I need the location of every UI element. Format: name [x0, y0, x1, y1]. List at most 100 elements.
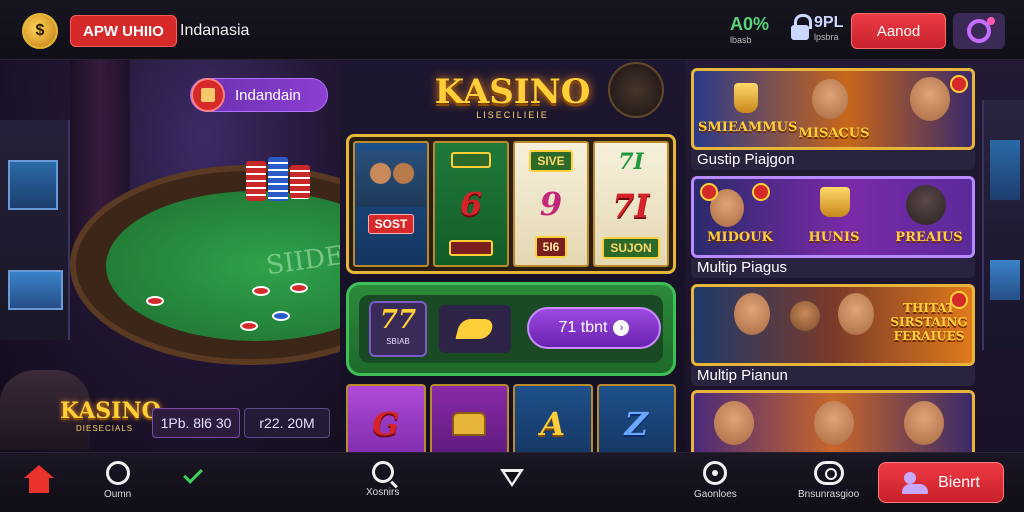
- bet-value: 77: [379, 305, 417, 335]
- top-bar: $ APW UHIIO Indanasia A0% lbasb 9PL lpsb…: [0, 0, 1024, 60]
- banner-title: SMIEAMMUS: [698, 120, 798, 135]
- nav-home[interactable]: [24, 465, 54, 495]
- reel: A: [513, 384, 593, 452]
- chip: [290, 283, 308, 293]
- background-slot-machine: [982, 100, 1024, 350]
- check-icon: [183, 464, 203, 484]
- promo-banner: MIDOUK HUNIS PREAIUS: [691, 176, 975, 258]
- crown-icon: [820, 187, 850, 217]
- promo-card[interactable]: MIDOUK HUNIS PREAIUS Multip Piagus: [691, 176, 975, 278]
- nav-label: Xosnirs: [366, 487, 400, 498]
- stat-two: 9PL lpsbra: [790, 14, 843, 42]
- reel-symbol: G: [372, 405, 400, 443]
- nav-check[interactable]: [183, 461, 203, 484]
- promo-card[interactable]: THITAT SIRSTAING FERAIUES Multip Pianun: [691, 284, 975, 386]
- host-image: [910, 77, 950, 121]
- profile-icon: [967, 17, 995, 43]
- slot-screen: [8, 270, 63, 310]
- bet-label: SBIAB: [386, 337, 410, 346]
- nav-dropdown[interactable]: [500, 461, 524, 487]
- chip: [252, 286, 270, 296]
- bet-option-button[interactable]: [439, 305, 511, 353]
- host-image: [904, 401, 944, 445]
- gold-bar-icon: [451, 151, 491, 168]
- promo-banner: [691, 390, 975, 452]
- stat-one-label: lbasb: [730, 35, 752, 45]
- promo-card[interactable]: SMIEAMMUS MISACUS Gustip Piajgon: [691, 68, 975, 170]
- nav-label: Oumn: [104, 489, 132, 500]
- nav-games[interactable]: Gaonloes: [694, 461, 737, 500]
- brand-logo[interactable]: $: [22, 13, 58, 49]
- profile-button[interactable]: [953, 13, 1005, 49]
- slot-game-panel: KASINO LISECILIEIE SOST 6 SIVE 9 5I6 7I …: [340, 60, 685, 452]
- reel: SOST: [353, 141, 429, 267]
- promo-caption: Multip Pianun: [691, 366, 975, 386]
- bet-amount[interactable]: 77 SBIAB: [369, 301, 427, 357]
- chip: [272, 311, 290, 321]
- promo-caption: Multip Piagus: [691, 258, 975, 278]
- kasino-subtitle: LISECILIEIE: [476, 110, 549, 120]
- home-icon: [24, 465, 54, 495]
- search-icon: [371, 461, 394, 483]
- reel-symbol: A: [540, 405, 566, 443]
- chip-stack: [290, 165, 310, 199]
- promo-caption: Gustip Piajgon: [691, 150, 975, 170]
- mascot-image: [906, 185, 946, 225]
- nav-search[interactable]: Xosnirs: [366, 461, 399, 498]
- chip-stack: [246, 161, 266, 201]
- gold-bar-icon: [449, 240, 493, 257]
- reel: Z: [596, 384, 676, 452]
- games-icon: [703, 461, 728, 485]
- kasino-logo-small: KASINO: [60, 398, 161, 424]
- bet-panel: 77 SBIAB 71 tbnt ›: [346, 282, 676, 376]
- host-image: [814, 401, 854, 445]
- chat-icon: [105, 461, 130, 485]
- deposit-label: Bienrt: [938, 473, 980, 491]
- slot-reels: SOST 6 SIVE 9 5I6 7I 7I SUJON: [346, 134, 676, 274]
- coin-icon: $: [35, 22, 45, 39]
- treasure-icon: [452, 412, 487, 436]
- spin-button[interactable]: 71 tbnt ›: [527, 307, 661, 349]
- region-label[interactable]: Indanasia: [180, 22, 249, 40]
- reel: 7I 7I SUJON: [593, 141, 669, 267]
- region-selector[interactable]: Indandain: [190, 78, 328, 112]
- jackpot-counter: 1Pb. 8l6 30: [152, 408, 240, 438]
- triangle-down-icon: [500, 469, 524, 487]
- reel-symbol: 7I: [618, 149, 644, 175]
- promo-card[interactable]: [691, 390, 975, 452]
- trophy-icon: [734, 83, 758, 113]
- user-icon: [902, 471, 929, 494]
- brand-button[interactable]: APW UHIIO: [70, 15, 177, 47]
- reel-symbol: 6: [459, 184, 483, 223]
- reel: SIVE 9 5I6: [513, 141, 589, 267]
- slot-screen: [990, 140, 1020, 200]
- host-image: [812, 79, 848, 119]
- slot-screen: [8, 160, 58, 210]
- toggle-icon: [813, 461, 844, 485]
- chip: [240, 321, 258, 331]
- bonus-badge-icon: [752, 183, 770, 201]
- deposit-button[interactable]: Bienrt: [878, 462, 1004, 503]
- banner-title: MIDOUK: [707, 230, 773, 245]
- reel-symbol: 7I: [612, 187, 650, 225]
- reel-badge: SOST: [367, 213, 415, 234]
- banner-title: MISACUS: [798, 126, 870, 141]
- bonus-badge-icon: [950, 291, 968, 309]
- kasino-title: KASINO: [434, 72, 591, 112]
- login-button[interactable]: Aanod: [851, 13, 946, 49]
- banner-title: PREAIUS: [895, 230, 963, 245]
- nav-bonus[interactable]: Bnsunrasgioo: [798, 461, 859, 500]
- lock-icon: [790, 14, 812, 42]
- chip-stack: [268, 157, 288, 201]
- stat-two-label: lpsbra: [814, 32, 839, 42]
- reel-symbol: 9: [539, 184, 563, 223]
- banner-title: HUNIS: [808, 230, 860, 245]
- nav-item-one[interactable]: Oumn: [104, 461, 131, 500]
- promo-column: SMIEAMMUS MISACUS Gustip Piajgon MIDOUK …: [685, 60, 1024, 452]
- reel-bar-symbol: SUJON: [602, 237, 660, 259]
- reel-symbol: Z: [624, 405, 648, 443]
- kasino-logo-subtitle: DIESECIALS: [76, 424, 134, 433]
- stat-one: A0% lbasb: [730, 14, 780, 45]
- mascot-image: [790, 301, 820, 331]
- casino-scene: SIIDE Indandain KASINO DIESECIALS 1Pb. 8…: [0, 60, 340, 452]
